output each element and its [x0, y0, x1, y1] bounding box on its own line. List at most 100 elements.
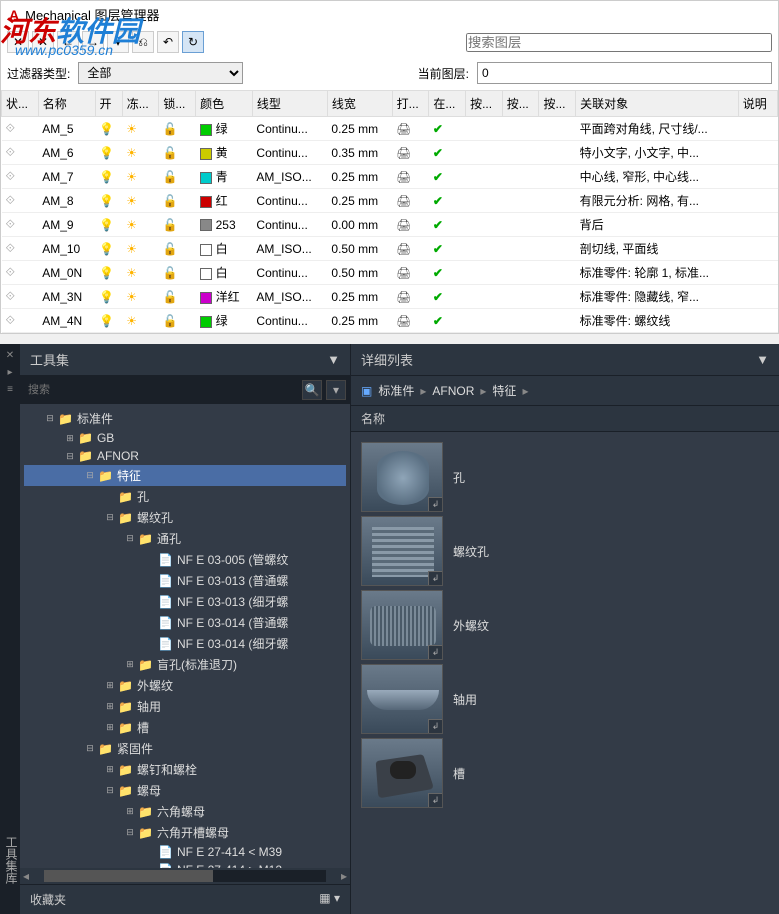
- expand-icon[interactable]: ↲: [428, 645, 442, 659]
- scroll-right-icon[interactable]: ▸: [338, 869, 350, 883]
- bulb-icon[interactable]: 💡: [99, 314, 114, 328]
- printer-icon[interactable]: 🖨: [396, 242, 411, 256]
- layer-color[interactable]: 青: [196, 165, 253, 189]
- tree-toggle-icon[interactable]: ⊞: [104, 701, 116, 712]
- col-in[interactable]: 在...: [429, 91, 466, 117]
- sun-icon[interactable]: ☀: [126, 314, 137, 328]
- menu-icon[interactable]: ≡: [7, 384, 13, 395]
- name-column-header[interactable]: 名称: [351, 406, 779, 432]
- tree-toggle-icon[interactable]: ⊟: [44, 413, 56, 424]
- tree-node[interactable]: ⊟📁螺母: [24, 780, 346, 801]
- expand-icon[interactable]: ↲: [428, 719, 442, 733]
- expand-icon[interactable]: ↲: [428, 497, 442, 511]
- table-row[interactable]: ⟐AM_9💡☀🔓253Continu...0.00 mm🖨✔背后: [2, 213, 778, 237]
- sun-icon[interactable]: ☀: [126, 146, 137, 160]
- col-by1[interactable]: 按...: [466, 91, 503, 117]
- refresh-button[interactable]: ↻: [182, 31, 204, 53]
- layer-color[interactable]: 黄: [196, 141, 253, 165]
- thumbnail-image[interactable]: ↲: [361, 442, 443, 512]
- tree-node[interactable]: 📄NF E 03-013 (普通螺: [24, 570, 346, 591]
- table-row[interactable]: ⟐AM_7💡☀🔓青AM_ISO...0.25 mm🖨✔中心线, 窄形, 中心线.…: [2, 165, 778, 189]
- sun-icon[interactable]: ☀: [126, 194, 137, 208]
- col-desc[interactable]: 说明: [738, 91, 777, 117]
- tree-node[interactable]: ⊞📁槽: [24, 717, 346, 738]
- tree-toggle-icon[interactable]: ⊟: [124, 827, 136, 838]
- layer-color[interactable]: 洋红: [196, 285, 253, 309]
- expand-icon[interactable]: ↲: [428, 571, 442, 585]
- table-row[interactable]: ⟐AM_4N💡☀🔓绿Continu...0.25 mm🖨✔标准零件: 螺纹线: [2, 309, 778, 333]
- tree-node[interactable]: 📄NF E 27-414 < M39: [24, 843, 346, 861]
- lock-icon[interactable]: 🔓: [163, 242, 178, 256]
- table-row[interactable]: ⟐AM_10💡☀🔓白AM_ISO...0.50 mm🖨✔剖切线, 平面线: [2, 237, 778, 261]
- layer-color[interactable]: 绿: [196, 117, 253, 141]
- state-button[interactable]: ⎌: [132, 31, 154, 53]
- close-panel-icon[interactable]: ✕: [6, 350, 14, 361]
- toolset-dropdown-icon[interactable]: ▼: [327, 352, 340, 367]
- printer-icon[interactable]: 🖨: [396, 314, 411, 328]
- layer-color[interactable]: 红: [196, 189, 253, 213]
- crumb-2[interactable]: AFNOR: [432, 384, 474, 398]
- thumbnail-image[interactable]: ↲: [361, 590, 443, 660]
- tree-node[interactable]: ⊟📁螺纹孔: [24, 507, 346, 528]
- breadcrumb-home-icon[interactable]: ▣: [361, 384, 372, 398]
- bulb-icon[interactable]: 💡: [99, 194, 114, 208]
- tree-node[interactable]: 📄NF E 03-014 (普通螺: [24, 612, 346, 633]
- current-layer-input[interactable]: [477, 62, 772, 84]
- col-lineweight[interactable]: 线宽: [327, 91, 392, 117]
- tree-node[interactable]: ⊞📁GB: [24, 429, 346, 447]
- tree-toggle-icon[interactable]: ⊞: [104, 764, 116, 775]
- list-item[interactable]: ↲槽: [361, 738, 769, 808]
- lock-icon[interactable]: 🔓: [163, 266, 178, 280]
- search-icon[interactable]: 🔍: [302, 380, 322, 400]
- list-item[interactable]: ↲外螺纹: [361, 590, 769, 660]
- favorites-icons[interactable]: ▦ ▾: [319, 891, 340, 908]
- crumb-1[interactable]: 标准件: [378, 382, 414, 399]
- tree-node[interactable]: 📁孔: [24, 486, 346, 507]
- tree-search-input[interactable]: [24, 380, 298, 400]
- tree-toggle-icon[interactable]: ⊟: [64, 451, 76, 462]
- sun-icon[interactable]: ☀: [126, 122, 137, 136]
- tree-node[interactable]: ⊟📁特征: [24, 465, 346, 486]
- lock-icon[interactable]: 🔓: [163, 290, 178, 304]
- favorites-header[interactable]: 收藏夹 ▦ ▾: [20, 884, 350, 914]
- tree-node[interactable]: ⊞📁盲孔(标准退刀): [24, 654, 346, 675]
- tree-toggle-icon[interactable]: ⊟: [104, 785, 116, 796]
- printer-icon[interactable]: 🖨: [396, 146, 411, 160]
- search-options-icon[interactable]: ▾: [326, 380, 346, 400]
- list-item[interactable]: ↲孔: [361, 442, 769, 512]
- col-by2[interactable]: 按...: [502, 91, 539, 117]
- breadcrumb[interactable]: ▣ 标准件 ▸ AFNOR ▸ 特征 ▸: [351, 376, 779, 406]
- scroll-left-icon[interactable]: ◂: [20, 869, 32, 883]
- tree-node[interactable]: ⊞📁轴用: [24, 696, 346, 717]
- lock-icon[interactable]: 🔓: [163, 314, 178, 328]
- sun-icon[interactable]: ☀: [126, 170, 137, 184]
- bulb-icon[interactable]: 💡: [99, 218, 114, 232]
- sun-icon[interactable]: ☀: [126, 242, 137, 256]
- lock-icon[interactable]: 🔓: [163, 218, 178, 232]
- tree-toggle-icon[interactable]: ⊞: [104, 722, 116, 733]
- printer-icon[interactable]: 🖨: [396, 290, 411, 304]
- printer-icon[interactable]: 🖨: [396, 266, 411, 280]
- scroll-track[interactable]: [44, 870, 326, 882]
- table-row[interactable]: ⟐AM_0N💡☀🔓白Continu...0.50 mm🖨✔标准零件: 轮廓 1,…: [2, 261, 778, 285]
- layer-color[interactable]: 白: [196, 237, 253, 261]
- col-name[interactable]: 名称: [38, 91, 95, 117]
- tree-node[interactable]: ⊞📁螺钉和螺栓: [24, 759, 346, 780]
- tree-toggle-icon[interactable]: ⊞: [104, 680, 116, 691]
- table-row[interactable]: ⟐AM_3N💡☀🔓洋红AM_ISO...0.25 mm🖨✔标准零件: 隐藏线, …: [2, 285, 778, 309]
- tree-toggle-icon[interactable]: ⊟: [84, 743, 96, 754]
- col-status[interactable]: 状...: [2, 91, 39, 117]
- tree-view[interactable]: ⊟📁标准件⊞📁GB⊟📁AFNOR⊟📁特征📁孔⊟📁螺纹孔⊟📁通孔📄NF E 03-…: [20, 404, 350, 868]
- crumb-3[interactable]: 特征: [492, 382, 516, 399]
- bulb-icon[interactable]: 💡: [99, 170, 114, 184]
- bulb-icon[interactable]: 💡: [99, 122, 114, 136]
- tree-toggle-icon[interactable]: ⊞: [64, 433, 76, 444]
- expand-icon[interactable]: ↲: [428, 793, 442, 807]
- printer-icon[interactable]: 🖨: [396, 194, 411, 208]
- col-print[interactable]: 打...: [392, 91, 429, 117]
- bulb-icon[interactable]: 💡: [99, 290, 114, 304]
- layer-search-input[interactable]: [466, 33, 772, 52]
- col-assoc[interactable]: 关联对象: [576, 91, 739, 117]
- tree-toggle-icon[interactable]: ⊟: [104, 512, 116, 523]
- undo-arrow-button[interactable]: ↶: [157, 31, 179, 53]
